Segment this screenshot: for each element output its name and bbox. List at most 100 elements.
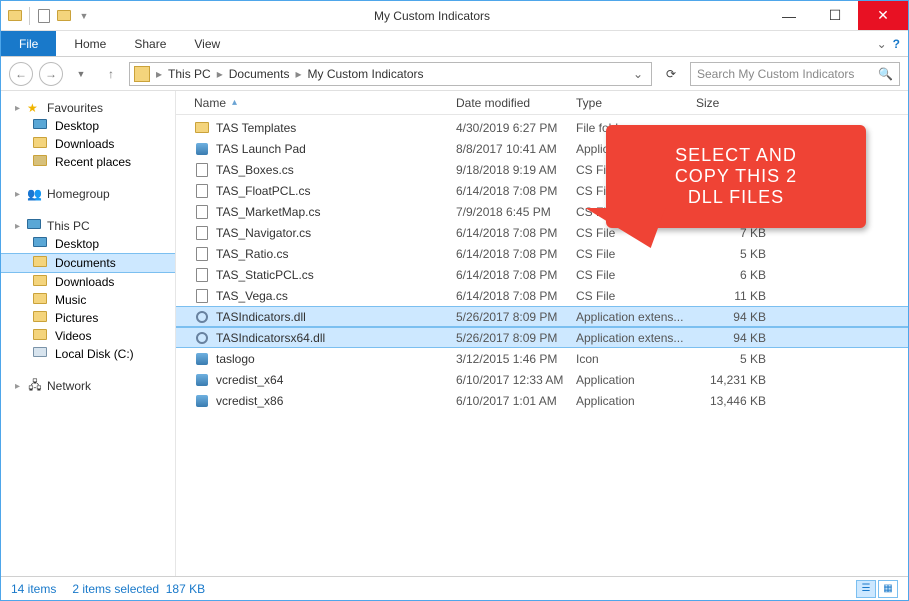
- chevron-right-icon: ▸: [15, 381, 27, 392]
- folder-icon: [134, 66, 150, 82]
- file-date: 6/14/2018 7:08 PM: [456, 289, 576, 303]
- nav-favourites[interactable]: ▸ ★ Favourites: [1, 99, 175, 117]
- nav-label: Network: [47, 379, 91, 393]
- details-view-button[interactable]: ☰: [856, 580, 876, 598]
- column-name[interactable]: Name▴: [194, 96, 456, 110]
- nav-network[interactable]: ▸ 🖧 Network: [1, 377, 175, 395]
- file-row[interactable]: TAS_Ratio.cs6/14/2018 7:08 PMCS File5 KB: [176, 243, 908, 264]
- file-icon: [194, 225, 210, 241]
- file-icon: [194, 372, 210, 388]
- nav-item-music[interactable]: Music: [1, 291, 175, 309]
- qat-properties-icon[interactable]: [36, 8, 52, 24]
- file-date: 5/26/2017 8:09 PM: [456, 310, 576, 324]
- homegroup-icon: 👥: [27, 187, 43, 201]
- chevron-down-icon: ▸: [15, 103, 27, 114]
- file-name: vcredist_x64: [216, 373, 456, 387]
- nav-item-documents[interactable]: Documents: [1, 253, 175, 273]
- nav-item-localdisk[interactable]: Local Disk (C:): [1, 345, 175, 363]
- file-name: vcredist_x86: [216, 394, 456, 408]
- star-icon: ★: [27, 101, 43, 115]
- file-type: CS File: [576, 289, 696, 303]
- breadcrumb-item[interactable]: Documents: [225, 67, 294, 81]
- tab-share[interactable]: Share: [120, 33, 180, 55]
- search-icon[interactable]: 🔍: [878, 67, 893, 81]
- chevron-right-icon[interactable]: ▸: [293, 67, 303, 81]
- file-name: TAS Templates: [216, 121, 456, 135]
- file-icon: [194, 267, 210, 283]
- nav-thispc[interactable]: ▸ This PC: [1, 217, 175, 235]
- recent-locations-button[interactable]: ▼: [69, 62, 93, 86]
- icons-view-button[interactable]: ▦: [878, 580, 898, 598]
- window-title: My Custom Indicators: [98, 9, 766, 23]
- tab-view[interactable]: View: [180, 33, 234, 55]
- help-icon[interactable]: ?: [893, 37, 900, 51]
- column-type[interactable]: Type: [576, 96, 696, 110]
- file-row[interactable]: vcredist_x646/10/2017 12:33 AMApplicatio…: [176, 369, 908, 390]
- sort-asc-icon: ▴: [232, 97, 237, 108]
- file-date: 4/30/2019 6:27 PM: [456, 121, 576, 135]
- file-size: 5 KB: [696, 352, 776, 366]
- maximize-button[interactable]: ☐: [812, 1, 858, 30]
- file-name: TAS_StaticPCL.cs: [216, 268, 456, 282]
- file-size: 94 KB: [696, 310, 776, 324]
- nav-item-downloads[interactable]: Downloads: [1, 135, 175, 153]
- refresh-button[interactable]: ⟳: [658, 62, 684, 86]
- nav-item-pictures[interactable]: Pictures: [1, 309, 175, 327]
- file-row[interactable]: vcredist_x866/10/2017 1:01 AMApplication…: [176, 390, 908, 411]
- up-button[interactable]: ↑: [99, 62, 123, 86]
- nav-item-desktop[interactable]: Desktop: [1, 117, 175, 135]
- title-bar: ▼ My Custom Indicators — ☐ ✕: [1, 1, 908, 31]
- search-input[interactable]: Search My Custom Indicators 🔍: [690, 62, 900, 86]
- annotation-callout: SELECT AND COPY THIS 2 DLL FILES: [606, 125, 866, 228]
- file-size: 94 KB: [696, 331, 776, 345]
- nav-item-desktop[interactable]: Desktop: [1, 235, 175, 253]
- chevron-right-icon[interactable]: ▸: [154, 67, 164, 81]
- qat-newfolder-icon[interactable]: [56, 8, 72, 24]
- column-date[interactable]: Date modified: [456, 96, 576, 110]
- nav-label: This PC: [47, 219, 90, 233]
- qat-dropdown-icon[interactable]: ▼: [76, 8, 92, 24]
- file-name: taslogo: [216, 352, 456, 366]
- file-row[interactable]: TASIndicatorsx64.dll5/26/2017 8:09 PMApp…: [176, 327, 908, 348]
- address-bar-row: ← → ▼ ↑ ▸ This PC ▸ Documents ▸ My Custo…: [1, 57, 908, 91]
- file-date: 5/26/2017 8:09 PM: [456, 331, 576, 345]
- column-size[interactable]: Size: [696, 96, 776, 110]
- breadcrumb-item[interactable]: This PC: [164, 67, 215, 81]
- file-row[interactable]: taslogo3/12/2015 1:46 PMIcon5 KB: [176, 348, 908, 369]
- nav-item-recent[interactable]: Recent places: [1, 153, 175, 171]
- file-row[interactable]: TAS_Vega.cs6/14/2018 7:08 PMCS File11 KB: [176, 285, 908, 306]
- file-icon: [194, 288, 210, 304]
- breadcrumb[interactable]: ▸ This PC ▸ Documents ▸ My Custom Indica…: [129, 62, 652, 86]
- file-name: TASIndicators.dll: [216, 310, 456, 324]
- breadcrumb-item[interactable]: My Custom Indicators: [303, 67, 427, 81]
- file-row[interactable]: TASIndicators.dll5/26/2017 8:09 PMApplic…: [176, 306, 908, 327]
- file-size: 13,446 KB: [696, 394, 776, 408]
- chevron-right-icon[interactable]: ▸: [215, 67, 225, 81]
- nav-item-videos[interactable]: Videos: [1, 327, 175, 345]
- file-type: CS File: [576, 247, 696, 261]
- file-tab[interactable]: File: [1, 31, 56, 56]
- minimize-button[interactable]: —: [766, 1, 812, 30]
- tab-home[interactable]: Home: [60, 33, 120, 55]
- navigation-pane: ▸ ★ Favourites Desktop Downloads Recent …: [1, 91, 176, 576]
- forward-button[interactable]: →: [39, 62, 63, 86]
- file-row[interactable]: TAS_StaticPCL.cs6/14/2018 7:08 PMCS File…: [176, 264, 908, 285]
- file-date: 6/14/2018 7:08 PM: [456, 226, 576, 240]
- file-size: 5 KB: [696, 247, 776, 261]
- folder-icon: [7, 8, 23, 24]
- file-size: 6 KB: [696, 268, 776, 282]
- breadcrumb-dropdown-icon[interactable]: ⌄: [629, 67, 647, 81]
- back-button[interactable]: ←: [9, 62, 33, 86]
- status-selection: 2 items selected 187 KB: [72, 582, 205, 596]
- ribbon-tabs: File Home Share View ⌄ ?: [1, 31, 908, 57]
- nav-item-downloads[interactable]: Downloads: [1, 273, 175, 291]
- file-name: TASIndicatorsx64.dll: [216, 331, 456, 345]
- file-type: Application extens...: [576, 310, 696, 324]
- chevron-down-icon[interactable]: ⌄: [877, 37, 887, 51]
- close-button[interactable]: ✕: [858, 1, 908, 30]
- file-date: 6/10/2017 1:01 AM: [456, 394, 576, 408]
- nav-homegroup[interactable]: ▸ 👥 Homegroup: [1, 185, 175, 203]
- file-type: Application extens...: [576, 331, 696, 345]
- file-icon: [194, 120, 210, 136]
- status-bar: 14 items 2 items selected 187 KB ☰ ▦: [1, 576, 908, 600]
